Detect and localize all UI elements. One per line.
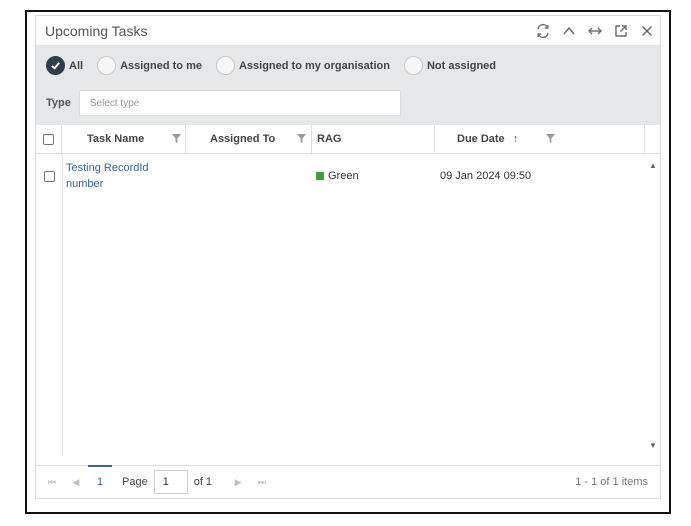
scroll-up-icon[interactable]: ▲	[648, 160, 658, 170]
assignment-filter: All Assigned to me Assigned to my organi…	[46, 56, 510, 75]
rag-status-swatch	[316, 172, 324, 180]
expand-width-icon[interactable]	[582, 16, 608, 46]
filter-icon[interactable]	[546, 134, 555, 143]
due-date-cell: 09 Jan 2024 09:50	[440, 170, 532, 182]
header-spacer	[645, 125, 660, 153]
column-header-due-date[interactable]: Due Date ↑	[435, 125, 645, 153]
page-input[interactable]: 1	[153, 470, 188, 494]
task-name-line-2: number	[66, 178, 104, 190]
next-page-icon[interactable]: ▶	[226, 477, 250, 488]
widget-title: Upcoming Tasks	[45, 22, 148, 39]
previous-page-icon[interactable]: ◀	[64, 477, 88, 488]
task-name-cell: Testing RecordId number	[62, 154, 186, 198]
column-label-rag: RAG	[317, 133, 342, 145]
widget-panel: Upcoming Tasks All Assigned to me Assign…	[35, 15, 661, 499]
scroll-down-icon[interactable]: ▼	[648, 440, 658, 450]
page-input-value: 1	[162, 476, 169, 488]
close-icon[interactable]	[634, 16, 660, 46]
popout-icon[interactable]	[608, 16, 634, 46]
type-filter: Type Select type	[46, 90, 401, 116]
pager: ⏮ ◀ 1 Page 1 of 1 ▶ ⏭ 1 - 1 of 1 items	[36, 464, 660, 499]
radio-unchecked-icon	[215, 56, 235, 75]
column-header-assigned-to[interactable]: Assigned To	[186, 125, 312, 153]
type-label: Type	[46, 97, 71, 109]
radio-assigned-to-me-label: Assigned to me	[120, 59, 202, 72]
column-header-task-name[interactable]: Task Name	[62, 125, 186, 153]
radio-all[interactable]: All	[46, 56, 83, 75]
checkbox-column-divider	[62, 154, 63, 456]
last-page-icon[interactable]: ⏭	[250, 477, 274, 488]
page-label: Page	[122, 476, 148, 488]
radio-assigned-to-organisation[interactable]: Assigned to my organisation	[215, 56, 390, 75]
column-label-task-name: Task Name	[87, 133, 145, 145]
first-page-icon[interactable]: ⏮	[40, 477, 64, 488]
task-name-line-1: Testing RecordId	[66, 162, 149, 174]
page-number-button[interactable]: 1	[88, 464, 112, 499]
filter-icon[interactable]	[172, 134, 181, 143]
widget-titlebar: Upcoming Tasks	[36, 16, 660, 46]
type-select-placeholder: Select type	[89, 97, 140, 109]
pager-info: 1 - 1 of 1 items	[575, 476, 648, 488]
grid-header: Task Name Assigned To RAG Due Date ↑	[36, 125, 660, 154]
radio-unchecked-icon	[97, 56, 117, 75]
collapse-icon[interactable]	[556, 16, 582, 46]
column-header-rag[interactable]: RAG	[312, 125, 435, 153]
column-label-assigned-to: Assigned To	[210, 133, 276, 145]
row-select-cell	[36, 154, 62, 198]
refresh-icon[interactable]	[530, 16, 556, 46]
radio-assigned-to-organisation-label: Assigned to my organisation	[238, 59, 390, 72]
radio-assigned-to-me[interactable]: Assigned to me	[97, 56, 202, 75]
select-all-cell	[36, 125, 62, 153]
radio-unchecked-icon	[403, 56, 423, 75]
filter-bar: All Assigned to me Assigned to my organi…	[36, 46, 660, 125]
assigned-to-cell	[186, 154, 312, 198]
page-of-label: of 1	[193, 476, 213, 488]
upcoming-tasks-widget: Upcoming Tasks All Assigned to me Assign…	[25, 10, 671, 514]
task-name-link[interactable]: Testing RecordId number	[66, 160, 149, 192]
rag-status-label: Green	[328, 170, 359, 182]
table-row[interactable]: Testing RecordId number Green 09 Jan 202…	[36, 154, 660, 198]
column-label-due-date: Due Date	[457, 133, 505, 145]
type-select[interactable]: Select type	[78, 90, 401, 116]
radio-not-assigned[interactable]: Not assigned	[403, 56, 497, 75]
row-checkbox[interactable]	[43, 170, 55, 182]
radio-all-label: All	[69, 59, 84, 72]
radio-not-assigned-label: Not assigned	[426, 59, 497, 72]
rag-cell: Green	[312, 154, 437, 198]
select-all-checkbox[interactable]	[43, 133, 54, 145]
sort-ascending-icon[interactable]: ↑	[513, 133, 519, 145]
radio-checked-icon	[46, 56, 65, 75]
filter-icon[interactable]	[297, 134, 306, 143]
widget-toolbar	[530, 16, 660, 46]
grid-body: Testing RecordId number Green 09 Jan 202…	[36, 154, 660, 456]
